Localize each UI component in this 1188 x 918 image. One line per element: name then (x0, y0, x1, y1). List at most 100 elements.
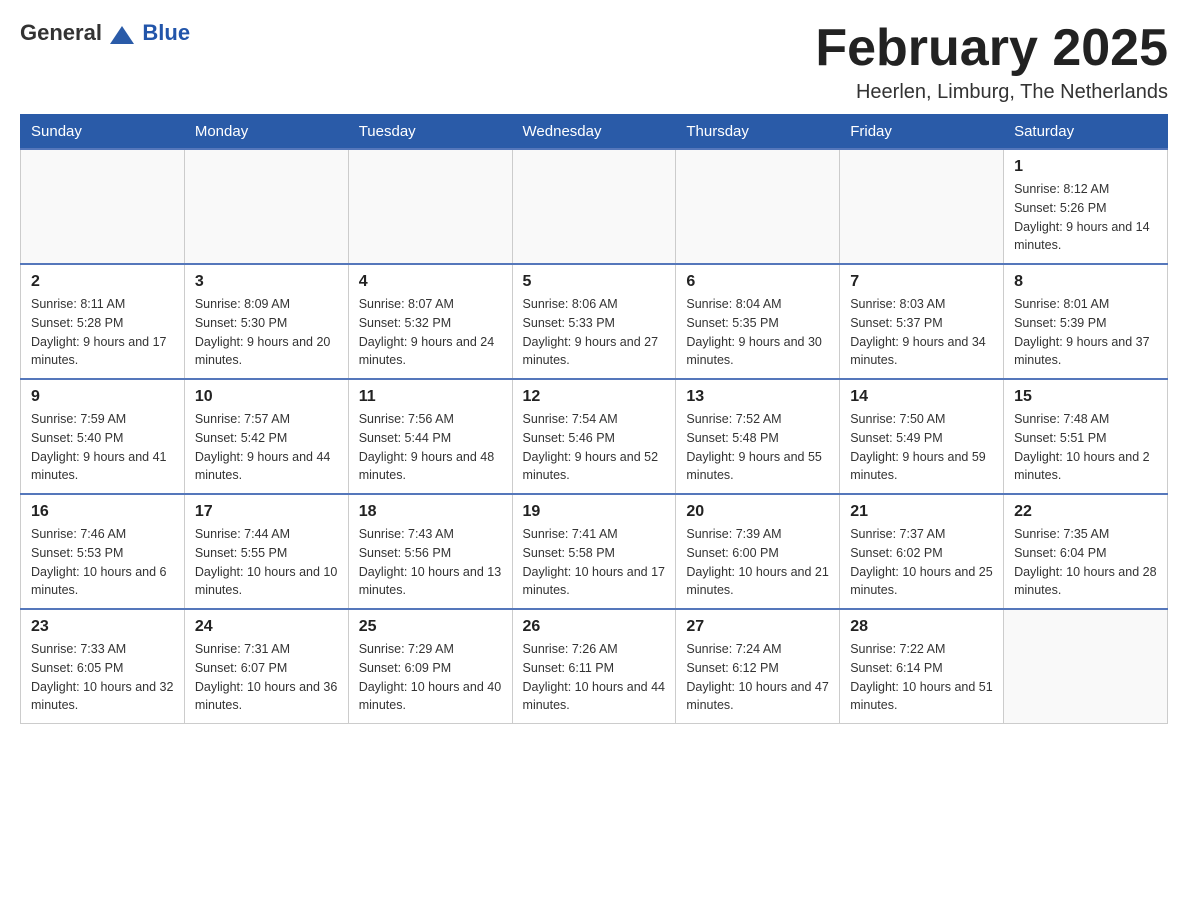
header-friday: Friday (840, 115, 1004, 150)
table-row: 23 Sunrise: 7:33 AMSunset: 6:05 PMDayligh… (21, 609, 185, 724)
table-row: 25 Sunrise: 7:29 AMSunset: 6:09 PMDayligh… (348, 609, 512, 724)
day-number: 7 (850, 273, 993, 291)
day-info: Sunrise: 7:50 AMSunset: 5:49 PMDaylight:… (850, 410, 993, 485)
day-number: 2 (31, 273, 174, 291)
day-number: 17 (195, 503, 338, 521)
header-monday: Monday (184, 115, 348, 150)
table-row: 7 Sunrise: 8:03 AMSunset: 5:37 PMDaylight… (840, 264, 1004, 379)
day-info: Sunrise: 7:37 AMSunset: 6:02 PMDaylight:… (850, 525, 993, 600)
day-info: Sunrise: 8:01 AMSunset: 5:39 PMDaylight:… (1014, 295, 1157, 370)
day-info: Sunrise: 7:56 AMSunset: 5:44 PMDaylight:… (359, 410, 502, 485)
day-info: Sunrise: 7:39 AMSunset: 6:00 PMDaylight:… (686, 525, 829, 600)
day-info: Sunrise: 7:57 AMSunset: 5:42 PMDaylight:… (195, 410, 338, 485)
location-title: Heerlen, Limburg, The Netherlands (815, 81, 1168, 104)
table-row (840, 149, 1004, 264)
day-number: 28 (850, 618, 993, 636)
calendar-table: Sunday Monday Tuesday Wednesday Thursday… (20, 114, 1168, 724)
table-row: 11 Sunrise: 7:56 AMSunset: 5:44 PMDayligh… (348, 379, 512, 494)
day-number: 15 (1014, 388, 1157, 406)
table-row: 22 Sunrise: 7:35 AMSunset: 6:04 PMDayligh… (1004, 494, 1168, 609)
calendar-week-row: 2 Sunrise: 8:11 AMSunset: 5:28 PMDaylight… (21, 264, 1168, 379)
day-number: 8 (1014, 273, 1157, 291)
table-row: 13Sunrise: 7:52 AMSunset: 5:48 PMDayligh… (676, 379, 840, 494)
table-row: 16 Sunrise: 7:46 AMSunset: 5:53 PMDayligh… (21, 494, 185, 609)
table-row: 24 Sunrise: 7:31 AMSunset: 6:07 PMDayligh… (184, 609, 348, 724)
table-row: 9 Sunrise: 7:59 AMSunset: 5:40 PMDaylight… (21, 379, 185, 494)
day-info: Sunrise: 8:09 AMSunset: 5:30 PMDaylight:… (195, 295, 338, 370)
day-number: 22 (1014, 503, 1157, 521)
day-info: Sunrise: 7:52 AMSunset: 5:48 PMDaylight:… (686, 410, 829, 485)
day-info: Sunrise: 8:07 AMSunset: 5:32 PMDaylight:… (359, 295, 502, 370)
day-number: 3 (195, 273, 338, 291)
day-number: 24 (195, 618, 338, 636)
day-info: Sunrise: 7:33 AMSunset: 6:05 PMDaylight:… (31, 640, 174, 715)
table-row (512, 149, 676, 264)
day-number: 11 (359, 388, 502, 406)
table-row: 27 Sunrise: 7:24 AMSunset: 6:12 PMDayligh… (676, 609, 840, 724)
day-number: 14 (850, 388, 993, 406)
day-number: 5 (523, 273, 666, 291)
day-info: Sunrise: 7:46 AMSunset: 5:53 PMDaylight:… (31, 525, 174, 600)
calendar-week-row: 1 Sunrise: 8:12 AMSunset: 5:26 PMDaylight… (21, 149, 1168, 264)
day-info: Sunrise: 7:59 AMSunset: 5:40 PMDaylight:… (31, 410, 174, 485)
table-row: 3 Sunrise: 8:09 AMSunset: 5:30 PMDaylight… (184, 264, 348, 379)
day-info: Sunrise: 8:04 AMSunset: 5:35 PMDaylight:… (686, 295, 829, 370)
day-info: Sunrise: 8:03 AMSunset: 5:37 PMDaylight:… (850, 295, 993, 370)
day-number: 19 (523, 503, 666, 521)
table-row: 18 Sunrise: 7:43 AMSunset: 5:56 PMDayligh… (348, 494, 512, 609)
day-number: 16 (31, 503, 174, 521)
day-number: 6 (686, 273, 829, 291)
calendar-week-row: 9 Sunrise: 7:59 AMSunset: 5:40 PMDaylight… (21, 379, 1168, 494)
table-row (1004, 609, 1168, 724)
table-row: 4 Sunrise: 8:07 AMSunset: 5:32 PMDaylight… (348, 264, 512, 379)
day-number: 12 (523, 388, 666, 406)
day-info: Sunrise: 7:43 AMSunset: 5:56 PMDaylight:… (359, 525, 502, 600)
day-info: Sunrise: 7:29 AMSunset: 6:09 PMDaylight:… (359, 640, 502, 715)
logo: General Blue (20, 20, 190, 50)
day-number: 10 (195, 388, 338, 406)
day-number: 4 (359, 273, 502, 291)
title-block: February 2025 Heerlen, Limburg, The Neth… (815, 20, 1168, 104)
header-wednesday: Wednesday (512, 115, 676, 150)
day-info: Sunrise: 7:26 AMSunset: 6:11 PMDaylight:… (523, 640, 666, 715)
day-info: Sunrise: 8:06 AMSunset: 5:33 PMDaylight:… (523, 295, 666, 370)
table-row: 10 Sunrise: 7:57 AMSunset: 5:42 PMDayligh… (184, 379, 348, 494)
day-info: Sunrise: 7:44 AMSunset: 5:55 PMDaylight:… (195, 525, 338, 600)
day-info: Sunrise: 8:11 AMSunset: 5:28 PMDaylight:… (31, 295, 174, 370)
day-number: 27 (686, 618, 829, 636)
day-info: Sunrise: 7:31 AMSunset: 6:07 PMDaylight:… (195, 640, 338, 715)
table-row: 14 Sunrise: 7:50 AMSunset: 5:49 PMDayligh… (840, 379, 1004, 494)
calendar-week-row: 23 Sunrise: 7:33 AMSunset: 6:05 PMDayligh… (21, 609, 1168, 724)
day-number: 21 (850, 503, 993, 521)
table-row: 6 Sunrise: 8:04 AMSunset: 5:35 PMDaylight… (676, 264, 840, 379)
table-row: 20Sunrise: 7:39 AMSunset: 6:00 PMDayligh… (676, 494, 840, 609)
day-info: Sunrise: 7:35 AMSunset: 6:04 PMDaylight:… (1014, 525, 1157, 600)
table-row: 5 Sunrise: 8:06 AMSunset: 5:33 PMDaylight… (512, 264, 676, 379)
table-row (184, 149, 348, 264)
table-row: 17 Sunrise: 7:44 AMSunset: 5:55 PMDayligh… (184, 494, 348, 609)
calendar-header-row: Sunday Monday Tuesday Wednesday Thursday… (21, 115, 1168, 150)
day-info: Sunrise: 7:41 AMSunset: 5:58 PMDaylight:… (523, 525, 666, 600)
table-row: 12Sunrise: 7:54 AMSunset: 5:46 PMDayligh… (512, 379, 676, 494)
day-info: Sunrise: 7:22 AMSunset: 6:14 PMDaylight:… (850, 640, 993, 715)
day-info: Sunrise: 7:24 AMSunset: 6:12 PMDaylight:… (686, 640, 829, 715)
calendar-body: 1 Sunrise: 8:12 AMSunset: 5:26 PMDaylight… (21, 149, 1168, 724)
day-number: 18 (359, 503, 502, 521)
table-row: 2 Sunrise: 8:11 AMSunset: 5:28 PMDaylight… (21, 264, 185, 379)
table-row: 19 Sunrise: 7:41 AMSunset: 5:58 PMDayligh… (512, 494, 676, 609)
table-row (21, 149, 185, 264)
month-title: February 2025 (815, 20, 1168, 77)
day-number: 26 (523, 618, 666, 636)
day-number: 9 (31, 388, 174, 406)
day-number: 23 (31, 618, 174, 636)
page-header: General Blue February 2025 Heerlen, Limb… (20, 20, 1168, 104)
header-saturday: Saturday (1004, 115, 1168, 150)
logo-blue: Blue (142, 20, 190, 46)
logo-general: General (20, 20, 138, 50)
day-info: Sunrise: 8:12 AMSunset: 5:26 PMDaylight:… (1014, 180, 1157, 255)
header-thursday: Thursday (676, 115, 840, 150)
header-sunday: Sunday (21, 115, 185, 150)
day-number: 25 (359, 618, 502, 636)
day-number: 1 (1014, 158, 1157, 176)
table-row (348, 149, 512, 264)
